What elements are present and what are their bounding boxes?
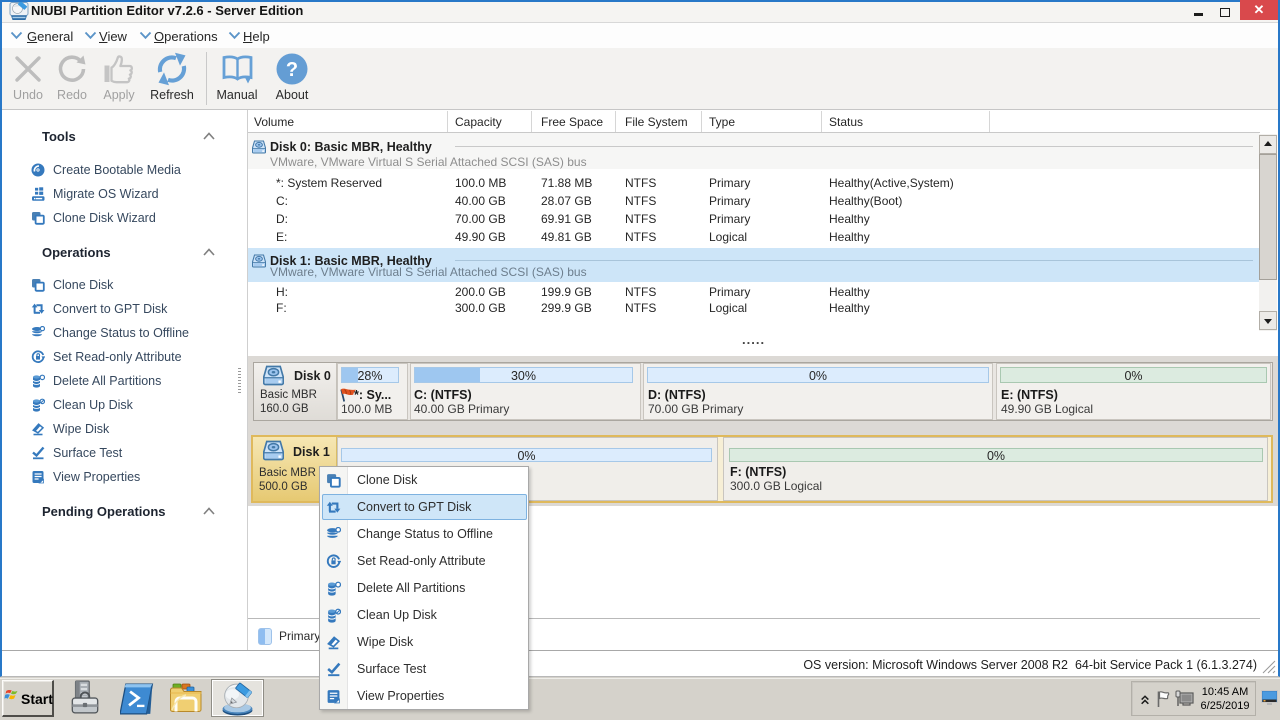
svg-text:?: ? — [286, 59, 298, 81]
